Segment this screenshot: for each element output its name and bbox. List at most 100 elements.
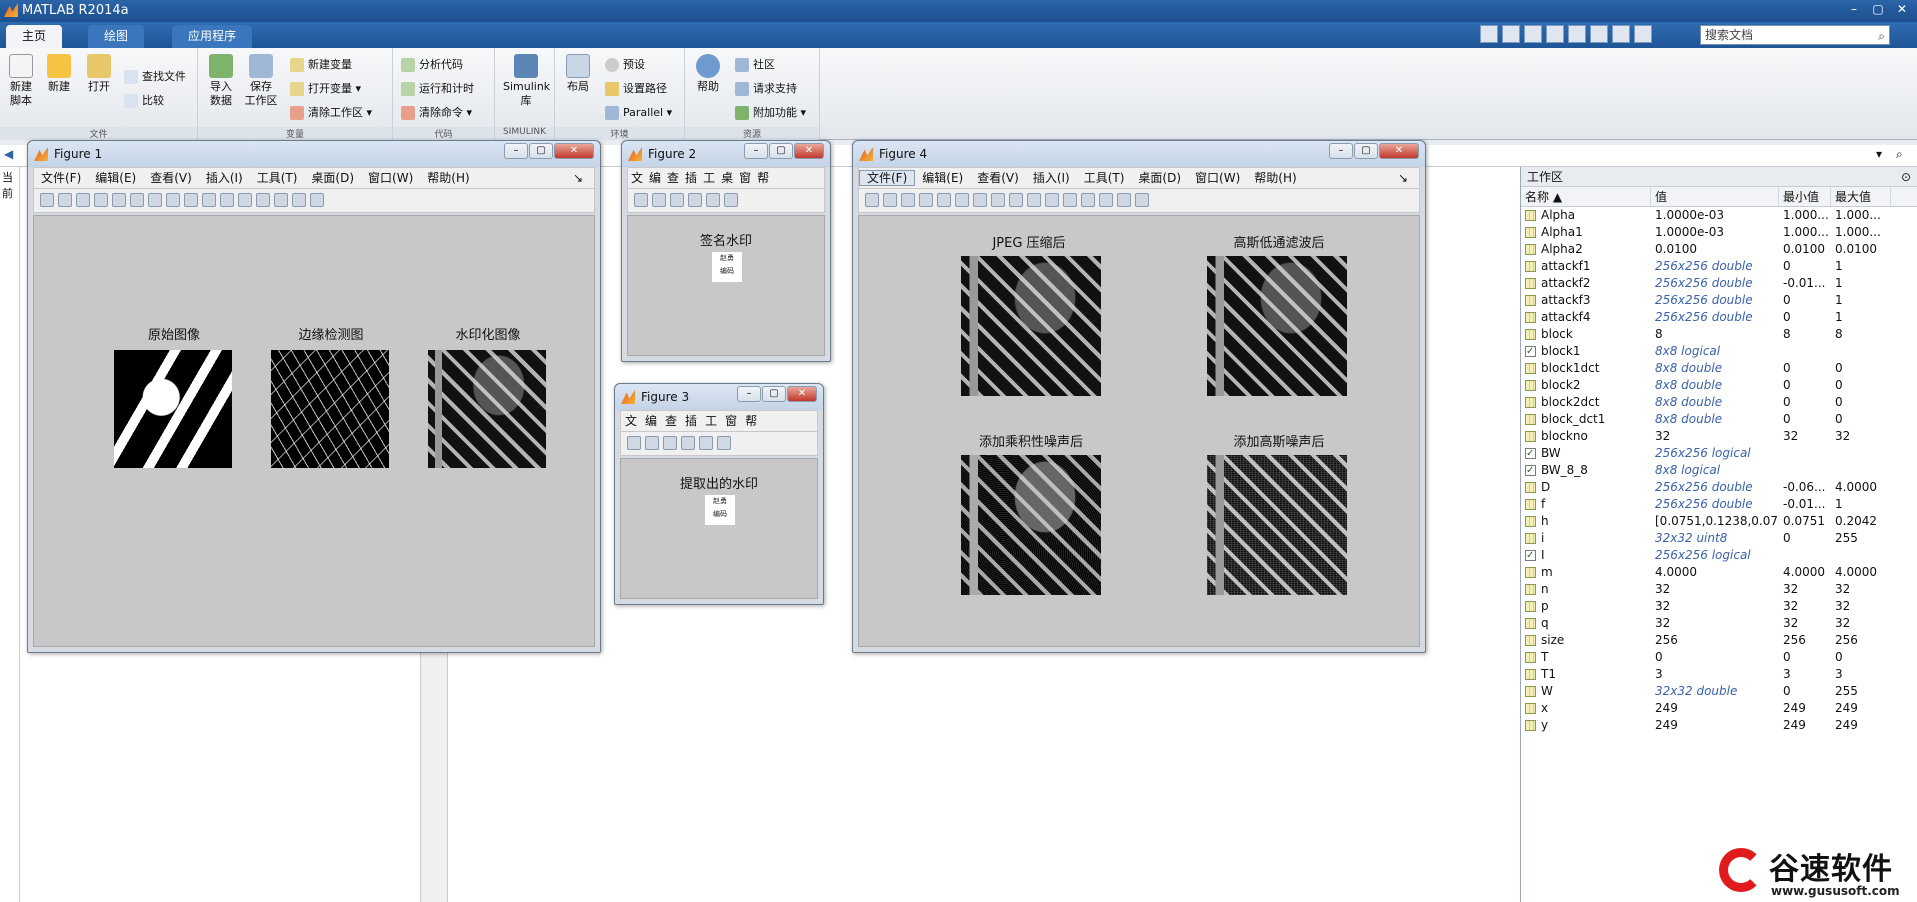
menu-edit[interactable]: 编辑(E) bbox=[915, 171, 970, 185]
back-arrow-icon[interactable]: ◀ bbox=[4, 147, 13, 161]
save-icon[interactable] bbox=[1480, 25, 1498, 43]
dock-icon[interactable]: ↘ bbox=[566, 168, 590, 188]
show-tools-icon[interactable] bbox=[1135, 193, 1149, 207]
figure-2-window[interactable]: Figure 2 – ▢ ✕ 文编查插工桌窗帮 签名水印 赵勇 编码 bbox=[621, 140, 831, 362]
menu-tools[interactable]: 工 bbox=[700, 171, 718, 185]
menu-desktop[interactable]: 桌 bbox=[718, 171, 736, 185]
maximize-button[interactable]: ▢ bbox=[1354, 143, 1378, 159]
colorbar-icon[interactable] bbox=[1081, 193, 1095, 207]
col-max[interactable]: 最大值 bbox=[1831, 187, 1891, 206]
workspace-row[interactable]: attackf4 256x256 double 0 1 bbox=[1521, 309, 1917, 326]
rotate-icon[interactable] bbox=[1009, 193, 1023, 207]
print-icon[interactable] bbox=[919, 193, 933, 207]
analyze-code-button[interactable]: 分析代码 bbox=[399, 56, 463, 74]
close-button[interactable]: ✕ bbox=[554, 143, 594, 159]
request-support-button[interactable]: 请求支持 bbox=[733, 80, 797, 98]
search-icon[interactable]: ⌕ bbox=[1878, 27, 1885, 45]
maximize-button[interactable]: ▢ bbox=[529, 143, 553, 159]
workspace-row[interactable]: blockno 32 32 32 bbox=[1521, 428, 1917, 445]
menu-insert[interactable]: 插 bbox=[681, 414, 701, 428]
pointer-icon[interactable] bbox=[699, 436, 713, 450]
tab-home[interactable]: 主页 bbox=[6, 25, 63, 48]
maximize-button[interactable]: ▢ bbox=[769, 143, 793, 159]
show-tools-icon[interactable] bbox=[310, 193, 324, 207]
save-icon[interactable] bbox=[901, 193, 915, 207]
menu-window[interactable]: 窗口(W) bbox=[361, 171, 420, 185]
brush-icon[interactable] bbox=[724, 193, 738, 207]
workspace-row[interactable]: T1 3 3 3 bbox=[1521, 666, 1917, 683]
redo-icon[interactable] bbox=[1590, 25, 1608, 43]
zoom-out-icon[interactable] bbox=[973, 193, 987, 207]
workspace-row[interactable]: W 32x32 double 0 255 bbox=[1521, 683, 1917, 700]
minimize-button[interactable]: – bbox=[1843, 0, 1865, 18]
workspace-row[interactable]: attackf3 256x256 double 0 1 bbox=[1521, 292, 1917, 309]
close-button[interactable]: ✕ bbox=[1379, 143, 1419, 159]
workspace-row[interactable]: size 256 256 256 bbox=[1521, 632, 1917, 649]
workspace-row[interactable]: Alpha2 0.0100 0.0100 0.0100 bbox=[1521, 241, 1917, 258]
workspace-row[interactable]: x 249 249 249 bbox=[1521, 700, 1917, 717]
menu-tools[interactable]: 工具(T) bbox=[250, 171, 305, 185]
menu-tools[interactable]: 工具(T) bbox=[1077, 171, 1132, 185]
minimize-button[interactable]: – bbox=[744, 143, 768, 159]
menu-help[interactable]: 帮助(H) bbox=[420, 171, 476, 185]
data-cursor-icon[interactable] bbox=[1027, 193, 1041, 207]
menu-view[interactable]: 查看(V) bbox=[970, 171, 1026, 185]
workspace-row[interactable]: block_dct1 8x8 double 0 0 bbox=[1521, 411, 1917, 428]
workspace-row[interactable]: block1dct 8x8 double 0 0 bbox=[1521, 360, 1917, 377]
zoom-in-icon[interactable] bbox=[955, 193, 969, 207]
open-button[interactable]: 打开 bbox=[80, 54, 118, 94]
workspace-row[interactable]: I 256x256 logical bbox=[1521, 547, 1917, 564]
workspace-row[interactable]: h [0.0751,0.1238,0.07... 0.0751 0.2042 bbox=[1521, 513, 1917, 530]
workspace-row[interactable]: m 4.0000 4.0000 4.0000 bbox=[1521, 564, 1917, 581]
maximize-button[interactable]: ▢ bbox=[1867, 0, 1889, 18]
workspace-row[interactable]: BW 256x256 logical bbox=[1521, 445, 1917, 462]
save-icon[interactable] bbox=[76, 193, 90, 207]
new-script-button[interactable]: 新建 脚本 bbox=[2, 54, 40, 108]
workspace-row[interactable]: p 32 32 32 bbox=[1521, 598, 1917, 615]
workspace-row[interactable]: q 32 32 32 bbox=[1521, 615, 1917, 632]
hide-tools-icon[interactable] bbox=[1117, 193, 1131, 207]
new-figure-icon[interactable] bbox=[627, 436, 641, 450]
workspace-row[interactable]: y 249 249 249 bbox=[1521, 717, 1917, 734]
tab-apps[interactable]: 应用程序 bbox=[172, 25, 253, 48]
zoom-out-icon[interactable] bbox=[148, 193, 162, 207]
menu-edit[interactable]: 编辑(E) bbox=[88, 171, 143, 185]
help-button[interactable]: 帮助 bbox=[689, 54, 727, 94]
parallel-button[interactable]: Parallel ▾ bbox=[603, 104, 672, 122]
pan-icon[interactable] bbox=[166, 193, 180, 207]
minimize-button[interactable]: – bbox=[504, 143, 528, 159]
menu-insert[interactable]: 插入(I) bbox=[199, 171, 250, 185]
brush-icon[interactable] bbox=[220, 193, 234, 207]
col-value[interactable]: 值 bbox=[1651, 187, 1779, 206]
menu-window[interactable]: 窗口(W) bbox=[1188, 171, 1247, 185]
new-figure-icon[interactable] bbox=[634, 193, 648, 207]
close-button[interactable]: ✕ bbox=[794, 143, 824, 159]
menu-edit[interactable]: 编 bbox=[646, 171, 664, 185]
menu-view[interactable]: 查 bbox=[664, 171, 682, 185]
link-icon[interactable] bbox=[238, 193, 252, 207]
menu-insert[interactable]: 插入(I) bbox=[1026, 171, 1077, 185]
figure-title-bar[interactable]: Figure 2 – ▢ ✕ bbox=[622, 141, 830, 167]
pan-icon[interactable] bbox=[991, 193, 1005, 207]
minimize-button[interactable]: – bbox=[737, 386, 761, 402]
menu-file[interactable]: 文 bbox=[621, 414, 641, 428]
pointer-icon[interactable] bbox=[937, 193, 951, 207]
menu-insert[interactable]: 插 bbox=[682, 171, 700, 185]
menu-help[interactable]: 帮 bbox=[754, 171, 772, 185]
find-files-button[interactable]: 查找文件 bbox=[122, 68, 186, 86]
print-icon[interactable] bbox=[681, 436, 695, 450]
col-min[interactable]: 最小值 bbox=[1779, 187, 1831, 206]
menu-window[interactable]: 窗 bbox=[721, 414, 741, 428]
search-documentation-input[interactable]: 搜索文档 ⌕ bbox=[1700, 25, 1890, 45]
workspace-row[interactable]: n 32 32 32 bbox=[1521, 581, 1917, 598]
close-button[interactable]: ✕ bbox=[787, 386, 817, 402]
legend-icon[interactable] bbox=[1099, 193, 1113, 207]
add-ons-button[interactable]: 附加功能 ▾ bbox=[733, 104, 806, 122]
workspace-row[interactable]: T000 bbox=[1521, 649, 1917, 666]
figure-title-bar[interactable]: Figure 1 – ▢ ✕ bbox=[28, 141, 600, 167]
minimize-button[interactable]: – bbox=[1329, 143, 1353, 159]
pointer-icon[interactable] bbox=[112, 193, 126, 207]
print-icon[interactable] bbox=[94, 193, 108, 207]
menu-file[interactable]: 文 bbox=[628, 171, 646, 185]
rotate-icon[interactable] bbox=[184, 193, 198, 207]
